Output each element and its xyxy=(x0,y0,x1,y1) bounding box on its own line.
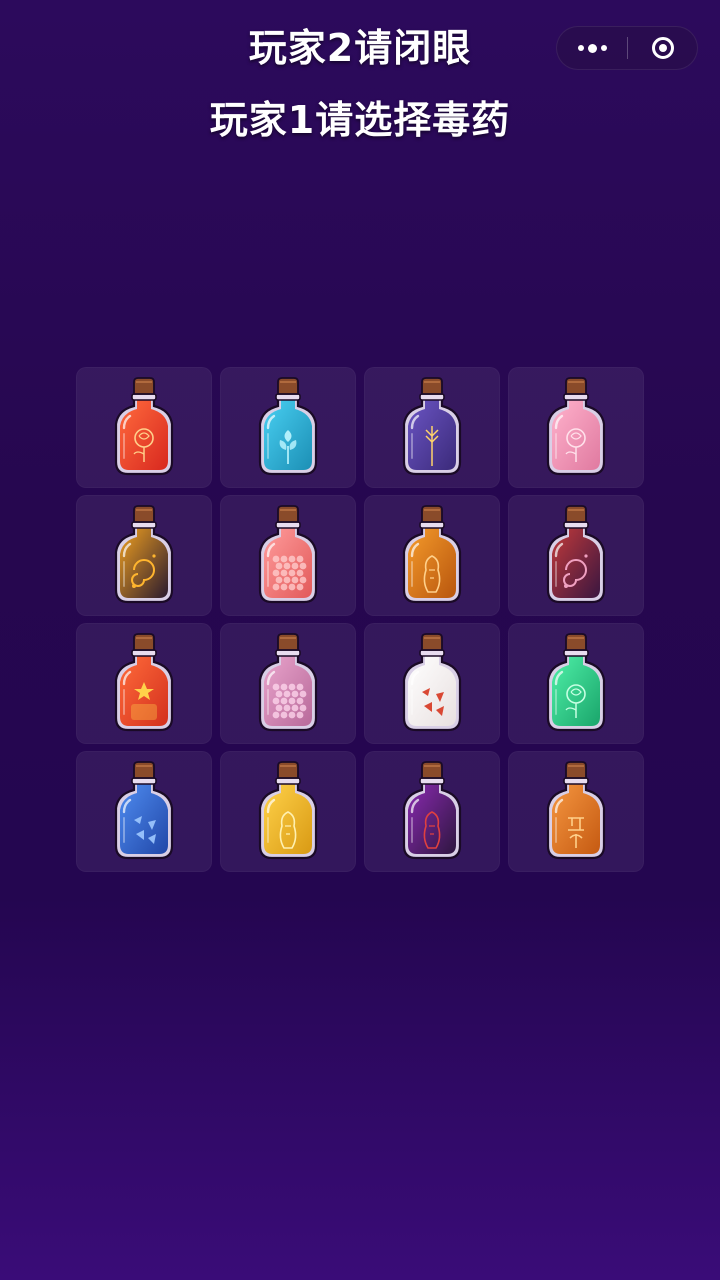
potion-cell[interactable] xyxy=(220,367,356,488)
instruction-line-2: 玩家1请选择毒药 xyxy=(209,98,511,142)
potion-cell[interactable] xyxy=(508,495,644,616)
more-dots-icon xyxy=(577,43,607,53)
close-button[interactable] xyxy=(628,27,698,69)
potion-cell[interactable] xyxy=(364,751,500,872)
potion-bottle-icon xyxy=(258,504,318,603)
potion-cell[interactable] xyxy=(508,623,644,744)
potion-cell[interactable] xyxy=(76,623,212,744)
potion-cell[interactable] xyxy=(220,751,356,872)
potion-bottle-icon xyxy=(402,504,462,603)
potion-bottle-icon xyxy=(402,760,462,859)
potion-cell[interactable] xyxy=(76,495,212,616)
potion-cell[interactable] xyxy=(220,495,356,616)
potion-bottle-icon xyxy=(114,376,174,475)
potion-cell[interactable] xyxy=(508,751,644,872)
mini-program-capsule xyxy=(556,26,698,70)
potion-cell[interactable] xyxy=(76,751,212,872)
potion-bottle-icon xyxy=(546,376,606,475)
potion-cell[interactable] xyxy=(364,495,500,616)
potion-cell[interactable] xyxy=(76,367,212,488)
potion-cell[interactable] xyxy=(364,367,500,488)
potion-cell[interactable] xyxy=(508,367,644,488)
potion-bottle-icon xyxy=(402,376,462,475)
more-button[interactable] xyxy=(557,27,627,69)
potion-bottle-icon xyxy=(402,632,462,731)
potion-bottle-icon xyxy=(258,632,318,731)
potion-bottle-icon xyxy=(114,504,174,603)
potion-bottle-icon xyxy=(258,376,318,475)
potion-bottle-icon xyxy=(114,632,174,731)
potion-bottle-icon xyxy=(546,504,606,603)
potion-bottle-icon xyxy=(546,632,606,731)
close-target-icon xyxy=(652,37,674,59)
potion-bottle-icon xyxy=(258,760,318,859)
potion-cell[interactable] xyxy=(364,623,500,744)
potion-bottle-icon xyxy=(546,760,606,859)
potion-cell[interactable] xyxy=(220,623,356,744)
potion-bottle-icon xyxy=(114,760,174,859)
potion-grid xyxy=(76,367,644,873)
